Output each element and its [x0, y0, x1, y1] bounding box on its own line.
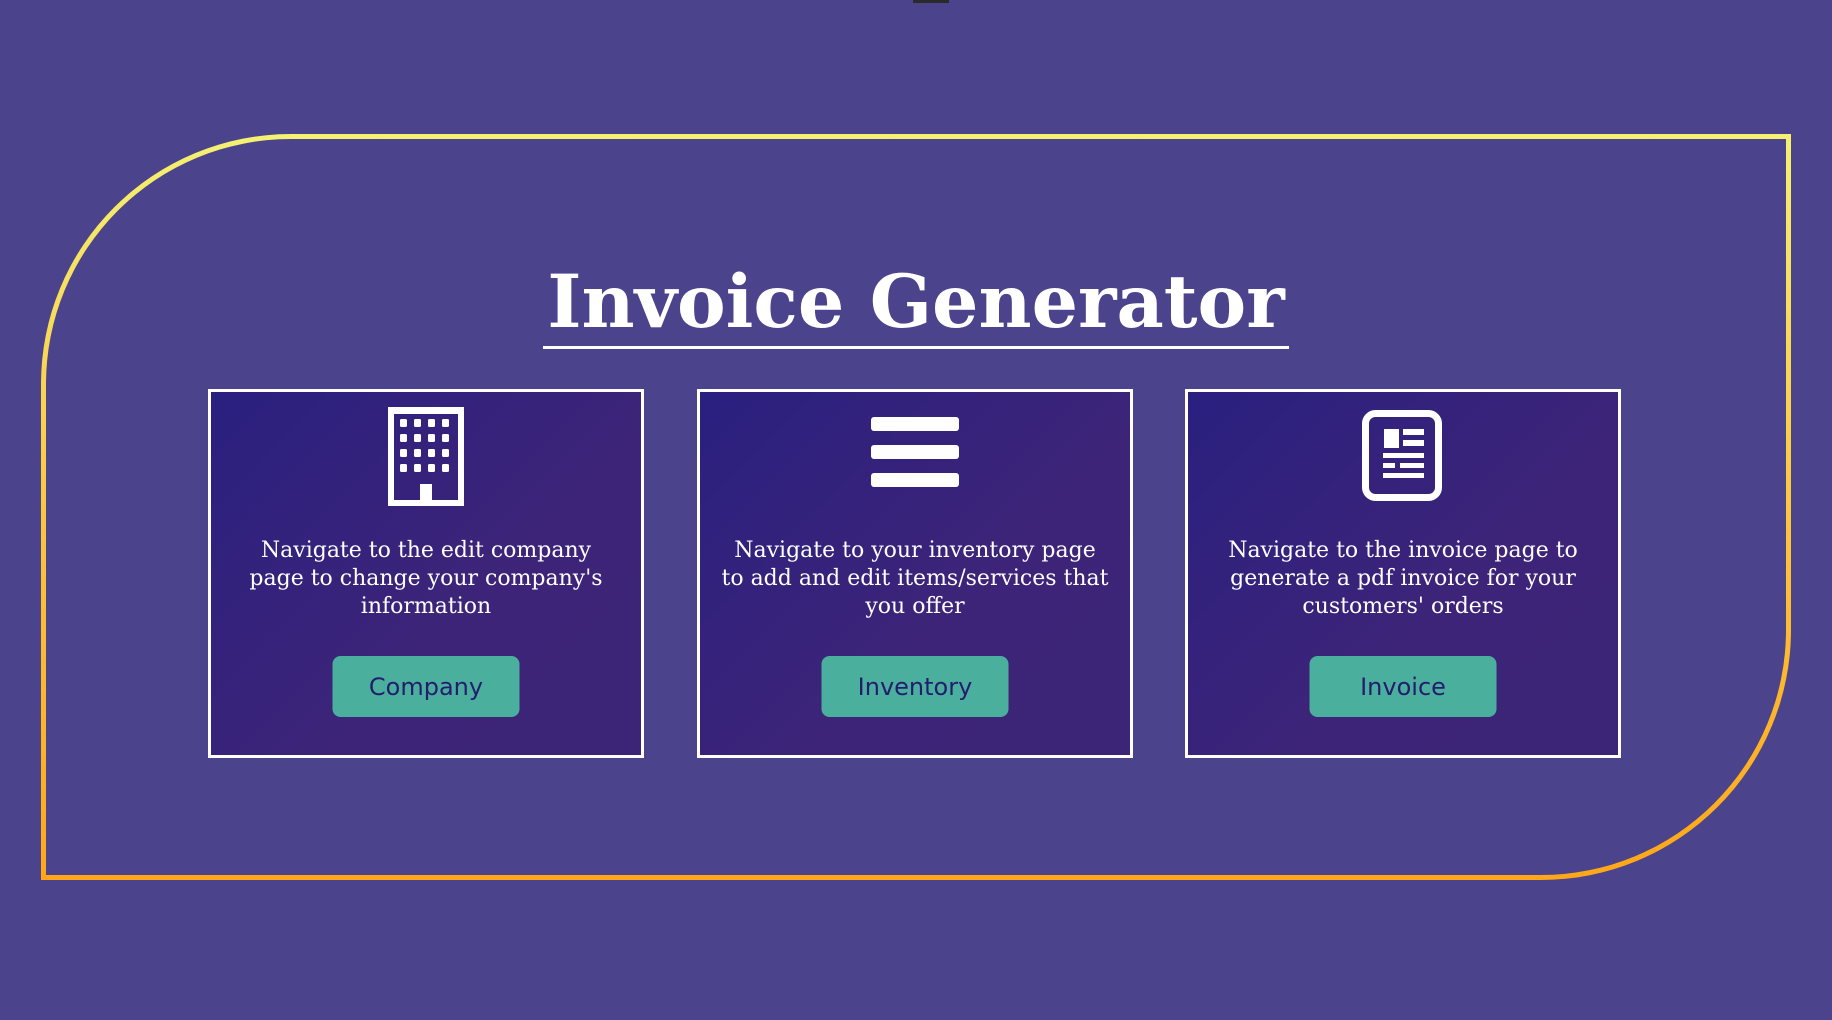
list-icon: [871, 407, 959, 511]
inventory-card-description: Navigate to your inventory page to add a…: [721, 538, 1109, 619]
page-title-text: Invoice Generator: [543, 258, 1289, 349]
top-edge-marker: [913, 0, 949, 3]
building-icon: [386, 407, 466, 511]
page-title: Invoice Generator: [0, 247, 1832, 357]
company-button[interactable]: Company: [332, 656, 520, 717]
inventory-button[interactable]: Inventory: [821, 656, 1009, 717]
navigation-cards: Navigate to the edit company page to cha…: [0, 389, 1832, 758]
document-icon: [1362, 407, 1444, 511]
invoice-card-description: Navigate to the invoice page to generate…: [1228, 538, 1578, 619]
invoice-card: Navigate to the invoice page to generate…: [1185, 389, 1621, 758]
company-card-description: Navigate to the edit company page to cha…: [249, 538, 603, 619]
inventory-card: Navigate to your inventory page to add a…: [697, 389, 1133, 758]
invoice-button[interactable]: Invoice: [1309, 656, 1497, 717]
company-card: Navigate to the edit company page to cha…: [208, 389, 644, 758]
